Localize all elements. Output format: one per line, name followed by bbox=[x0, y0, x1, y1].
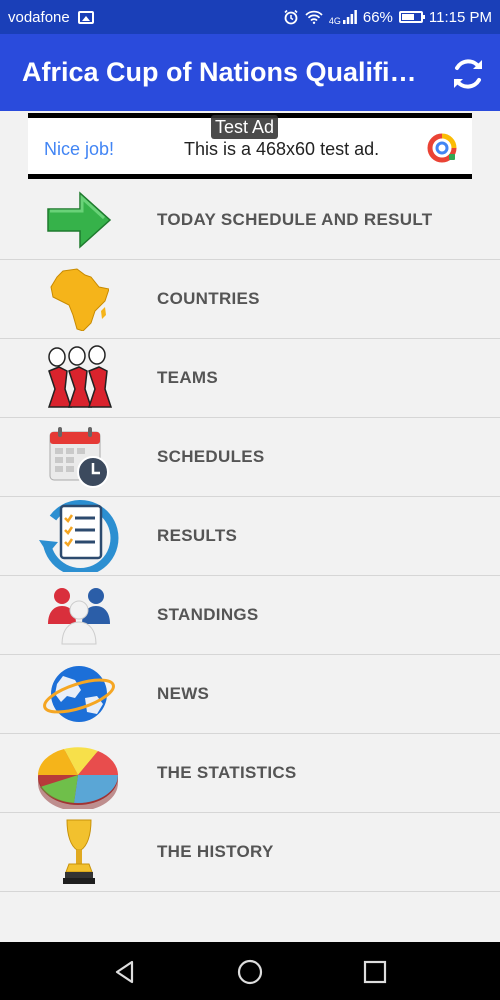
pie-chart-icon bbox=[0, 734, 157, 813]
signal-icon bbox=[342, 10, 357, 24]
green-arrow-icon bbox=[0, 181, 157, 260]
menu-label: STANDINGS bbox=[157, 605, 259, 624]
globe-icon bbox=[0, 655, 157, 734]
battery-percent: 66% bbox=[362, 8, 393, 26]
recents-square-icon[interactable] bbox=[362, 959, 388, 985]
checklist-icon bbox=[0, 497, 157, 576]
status-bar: vodafone 4G 66% 11:15 PM bbox=[0, 0, 500, 34]
menu-label: NEWS bbox=[157, 684, 210, 703]
ad-nice-job: Nice job! bbox=[44, 139, 115, 159]
menu-item-countries[interactable]: COUNTRIES bbox=[0, 260, 500, 339]
menu-label: COUNTRIES bbox=[157, 289, 260, 308]
navigation-bar bbox=[0, 942, 500, 1000]
network-type: 4G bbox=[328, 16, 341, 26]
menu-label: TEAMS bbox=[157, 368, 218, 387]
carrier-name: vodafone bbox=[8, 8, 70, 26]
menu-list: TODAY SCHEDULE AND RESULT COUNTRIES TEAM… bbox=[0, 181, 500, 892]
trophy-icon bbox=[0, 813, 157, 892]
back-triangle-icon[interactable] bbox=[112, 959, 138, 985]
home-circle-icon[interactable] bbox=[237, 959, 263, 985]
menu-item-results[interactable]: RESULTS bbox=[0, 497, 500, 576]
menu-item-the-statistics[interactable]: THE STATISTICS bbox=[0, 734, 500, 813]
menu-label: RESULTS bbox=[157, 526, 238, 545]
africa-map-icon bbox=[0, 260, 157, 339]
menu-label: SCHEDULES bbox=[157, 447, 265, 466]
battery-icon bbox=[398, 11, 425, 23]
menu-item-teams[interactable]: TEAMS bbox=[0, 339, 500, 418]
menu-label: TODAY SCHEDULE AND RESULT bbox=[157, 210, 433, 229]
menu-item-standings[interactable]: STANDINGS bbox=[0, 576, 500, 655]
menu-label: THE HISTORY bbox=[157, 842, 274, 861]
ad-banner[interactable]: Nice job! This is a 468x60 test ad. Test… bbox=[0, 111, 500, 181]
calendar-clock-icon bbox=[0, 418, 157, 497]
clock: 11:15 PM bbox=[428, 8, 492, 26]
players-icon bbox=[0, 339, 157, 418]
app-title: Africa Cup of Nations Qualific... bbox=[22, 57, 417, 87]
ad-text: This is a 468x60 test ad. bbox=[184, 139, 380, 159]
wifi-icon bbox=[305, 10, 323, 24]
test-ad-badge: Test Ad bbox=[211, 115, 279, 139]
menu-label: THE STATISTICS bbox=[157, 763, 297, 782]
ad-logo-icon bbox=[427, 133, 457, 163]
app-bar: Africa Cup of Nations Qualific... bbox=[0, 34, 500, 111]
menu-item-today-schedule-and-result[interactable]: TODAY SCHEDULE AND RESULT bbox=[0, 181, 500, 260]
menu-item-the-history[interactable]: THE HISTORY bbox=[0, 813, 500, 892]
image-notification-icon bbox=[77, 10, 94, 24]
refresh-icon[interactable] bbox=[448, 54, 488, 94]
alarm-icon bbox=[284, 9, 298, 25]
menu-item-news[interactable]: NEWS bbox=[0, 655, 500, 734]
people-group-icon bbox=[0, 576, 157, 655]
menu-item-schedules[interactable]: SCHEDULES bbox=[0, 418, 500, 497]
